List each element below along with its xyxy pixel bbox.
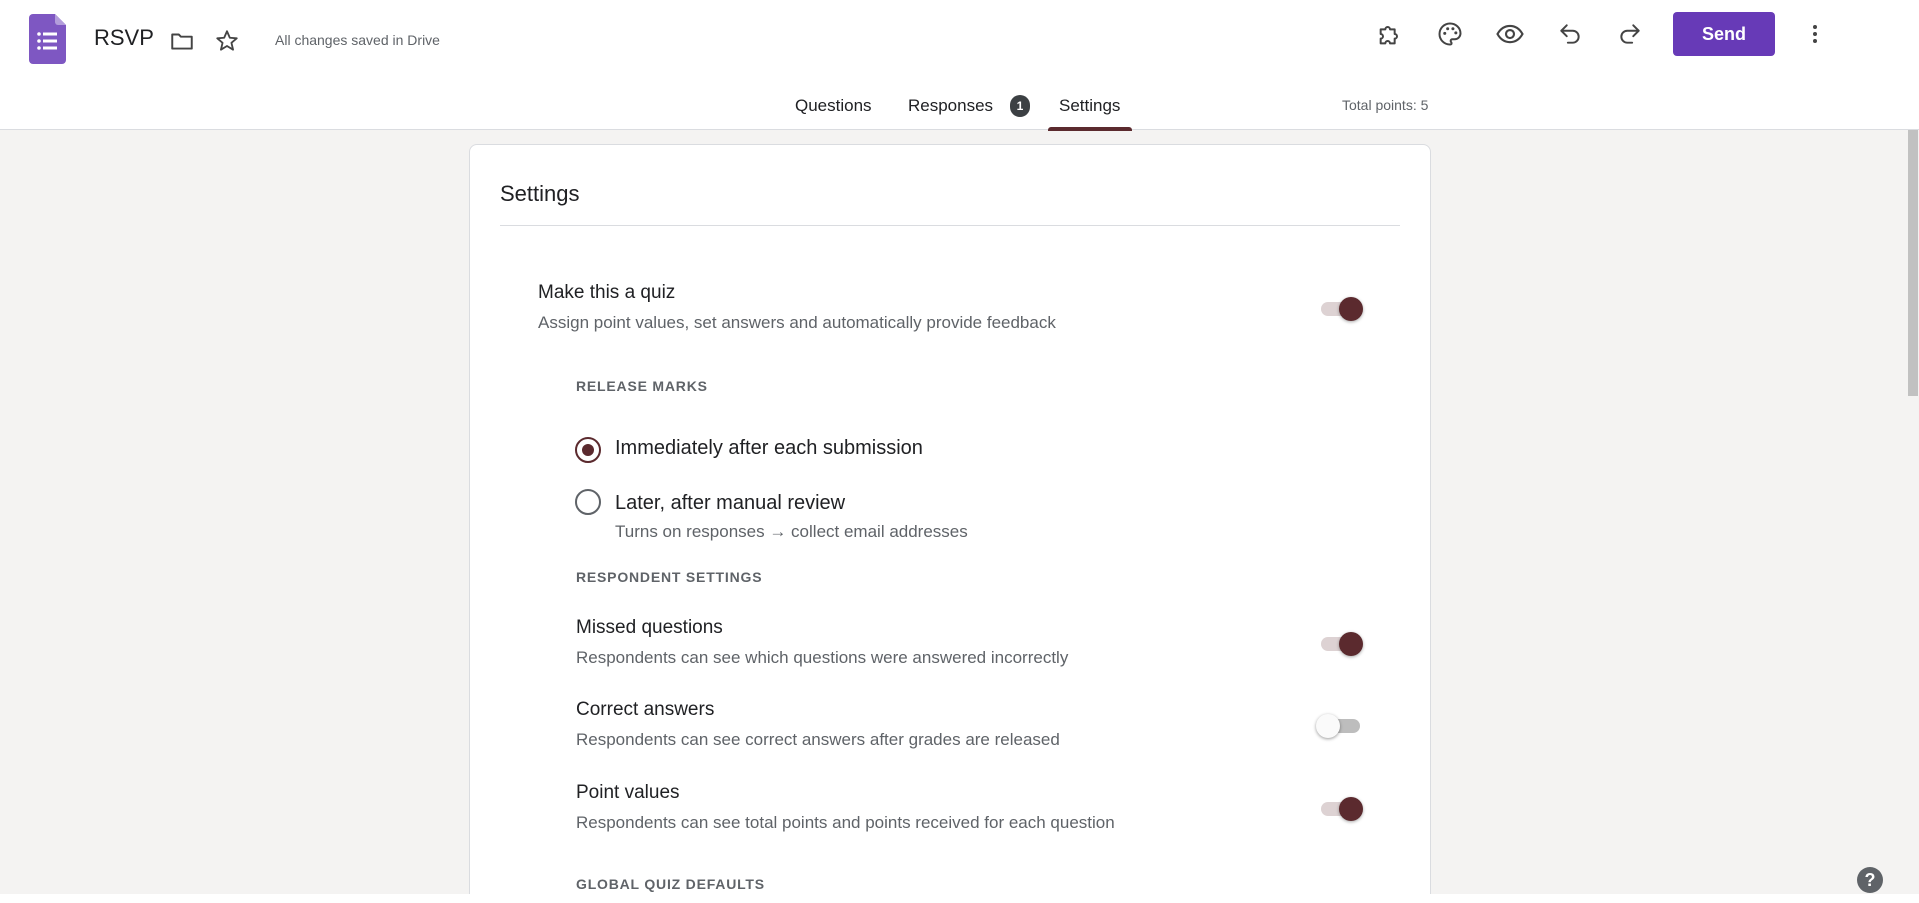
release-immediately-label[interactable]: Immediately after each submission [615, 437, 923, 460]
release-later-label[interactable]: Later, after manual review [615, 492, 845, 515]
eye-icon [1496, 24, 1524, 44]
redo-button[interactable] [1607, 14, 1653, 54]
respondent-settings-label: RESPONDENT SETTINGS [576, 569, 763, 585]
page-scrollbar[interactable] [1907, 130, 1919, 895]
bottom-edge [0, 894, 1919, 903]
document-title[interactable]: RSVP [94, 25, 154, 51]
missed-questions-toggle[interactable] [1317, 628, 1363, 658]
settings-heading: Settings [500, 181, 580, 206]
more-vert-icon [1813, 25, 1817, 43]
help-button[interactable]: ? [1857, 867, 1883, 893]
palette-icon [1438, 22, 1462, 46]
missed-questions-title: Missed questions [576, 617, 723, 638]
settings-card: Settings Make this a quiz Assign point v… [469, 144, 1431, 903]
global-quiz-defaults-label: GLOBAL QUIZ DEFAULTS [576, 876, 765, 892]
point-values-toggle[interactable] [1317, 793, 1363, 823]
quiz-setting-title: Make this a quiz [538, 282, 676, 303]
app-header: RSVP All changes saved in Drive Send Que… [0, 0, 1919, 131]
undo-button[interactable] [1547, 14, 1593, 54]
tab-responses[interactable]: Responses [908, 96, 993, 130]
make-quiz-toggle[interactable] [1317, 293, 1363, 323]
release-immediately-radio[interactable] [575, 437, 601, 463]
point-values-title: Point values [576, 782, 680, 803]
tab-questions[interactable]: Questions [795, 96, 872, 130]
point-values-desc: Respondents can see total points and poi… [576, 813, 1115, 832]
missed-questions-desc: Respondents can see which questions were… [576, 648, 1069, 667]
star-button[interactable] [207, 21, 247, 61]
customize-theme-button[interactable] [1427, 14, 1473, 54]
total-points: Total points: 5 [1342, 97, 1429, 113]
move-to-folder-button[interactable] [162, 21, 202, 61]
responses-count-badge: 1 [1010, 95, 1030, 117]
redo-icon [1620, 24, 1640, 44]
scrollbar-thumb[interactable] [1908, 130, 1918, 396]
forms-logo-icon[interactable] [29, 14, 66, 64]
form-tabs: Questions Responses Settings [0, 86, 1919, 131]
correct-answers-toggle[interactable] [1316, 710, 1362, 740]
quiz-setting-desc: Assign point values, set answers and aut… [538, 313, 1056, 332]
release-marks-label: RELEASE MARKS [576, 378, 708, 394]
more-options-button[interactable] [1795, 14, 1835, 54]
preview-button[interactable] [1487, 14, 1533, 54]
star-icon [216, 30, 238, 51]
puzzle-icon [1379, 26, 1398, 45]
tab-settings[interactable]: Settings [1047, 96, 1133, 131]
undo-icon [1560, 24, 1580, 44]
save-status: All changes saved in Drive [275, 32, 440, 48]
addons-button[interactable] [1367, 14, 1413, 54]
correct-answers-title: Correct answers [576, 699, 715, 720]
send-button[interactable]: Send [1673, 12, 1775, 56]
release-later-hint: Turns on responses → collect email addre… [615, 522, 968, 541]
folder-icon [171, 33, 193, 50]
divider [500, 225, 1400, 226]
release-later-radio[interactable] [575, 489, 601, 515]
correct-answers-desc: Respondents can see correct answers afte… [576, 730, 1060, 749]
